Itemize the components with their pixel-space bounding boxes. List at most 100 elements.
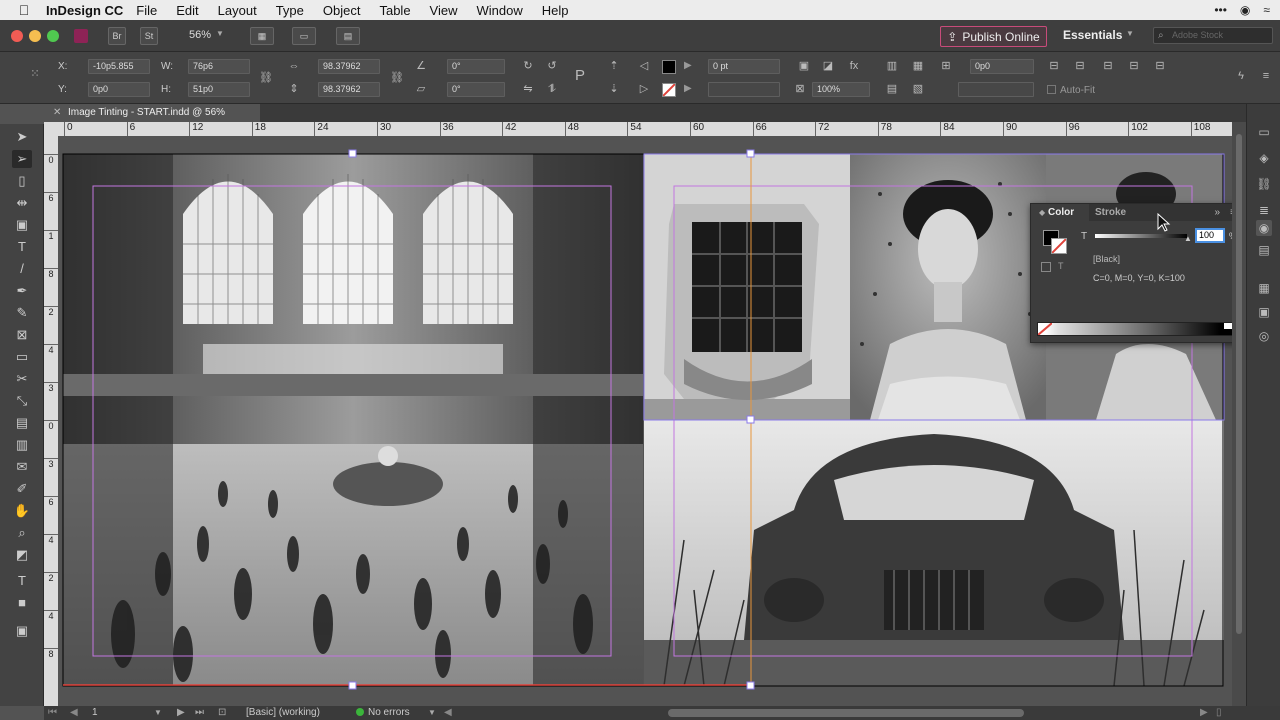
preflight-profile[interactable]: [Basic] (working)	[246, 706, 320, 720]
vertical-ruler[interactable]: 0 6 1 8 2 4 3 0 3 6 4 2 4 8	[44, 136, 58, 706]
zoom-chevron-down-icon[interactable]: ▼	[216, 29, 224, 38]
preflight-status[interactable]: No errors	[356, 706, 410, 720]
split-window-icon[interactable]: ▯	[1216, 706, 1222, 720]
vertical-scrollbar[interactable]	[1232, 122, 1246, 706]
menu-file[interactable]: File	[136, 3, 157, 18]
app-menu[interactable]: InDesign CC	[46, 3, 123, 18]
effects-icon[interactable]: ◪	[820, 58, 836, 74]
eyedropper-tool-icon[interactable]: ✐	[12, 480, 32, 498]
formatting-text-icon[interactable]: T	[1058, 261, 1064, 271]
reference-point-icon[interactable]: ⁙	[27, 66, 43, 82]
formatting-container-icon[interactable]	[1041, 262, 1051, 272]
tint-value-field[interactable]: 100	[1195, 228, 1225, 243]
stroke-proxy-swatch[interactable]	[1051, 238, 1067, 254]
menu-object[interactable]: Object	[323, 3, 361, 18]
creative-cloud-icon[interactable]: ◉	[1240, 3, 1250, 17]
rotate-ccw-icon[interactable]: ↺	[544, 58, 560, 74]
opacity-field[interactable]: 100%	[812, 82, 870, 97]
more-icon[interactable]: •••	[1214, 3, 1227, 17]
workspace-switcher[interactable]: Essentials	[1063, 28, 1122, 42]
tint-slider-thumb[interactable]: ▲	[1184, 234, 1192, 243]
note-tool-icon[interactable]: ✉	[12, 458, 32, 476]
menu-edit[interactable]: Edit	[176, 3, 198, 18]
free-transform-tool-icon[interactable]: ⤡	[12, 392, 32, 410]
minimize-window-button[interactable]	[29, 30, 41, 42]
stroke-panel-icon[interactable]: ≣	[1256, 202, 1272, 218]
fill-menu-arrow-icon[interactable]: ▶	[684, 60, 692, 71]
gradient-swatch-tool-icon[interactable]: ▤	[12, 414, 32, 432]
layers-panel-icon[interactable]: ◈	[1256, 150, 1272, 166]
menu-view[interactable]: View	[430, 3, 458, 18]
fill-swatch[interactable]	[662, 60, 676, 74]
gap-tool-icon[interactable]: ⇹	[12, 194, 32, 212]
zoom-window-button[interactable]	[47, 30, 59, 42]
align-center-icon[interactable]: ⊟	[1072, 58, 1088, 74]
stroke-swatch[interactable]	[662, 83, 676, 97]
document-tab[interactable]: ✕ Image Tinting - START.indd @ 56%	[44, 104, 260, 122]
align-right-icon[interactable]: ⊟	[1100, 58, 1116, 74]
arrange-documents-button[interactable]: ▤	[336, 27, 360, 45]
stroke-weight-field[interactable]: 0 pt	[708, 59, 780, 74]
menu-window[interactable]: Window	[477, 3, 523, 18]
pen-tool-icon[interactable]: ✒	[12, 282, 32, 300]
apply-color-icon[interactable]: ■	[12, 594, 32, 612]
x-position-field[interactable]: -10p5.855	[88, 59, 150, 74]
rotation-angle-field[interactable]: 0°	[447, 59, 505, 74]
object-style-dropdown[interactable]	[958, 82, 1034, 97]
rectangle-frame-tool-icon[interactable]: ⊠	[12, 326, 32, 344]
open-page-icon[interactable]: ⊡	[218, 706, 226, 720]
publish-online-button[interactable]: ⇪ Publish Online	[940, 26, 1047, 47]
content-collector-icon[interactable]: ▣	[12, 216, 32, 234]
type-tool-icon[interactable]: T	[12, 238, 32, 256]
height-field[interactable]: 51p0	[188, 82, 250, 97]
apple-icon[interactable]: 	[10, 2, 38, 18]
collapse-panel-icon[interactable]: »	[1214, 204, 1220, 221]
stroke-menu-arrow-icon[interactable]: ▶	[684, 83, 692, 94]
page-tool-icon[interactable]: ▯	[12, 172, 32, 190]
shear-angle-field[interactable]: 0°	[447, 82, 505, 97]
direct-selection-tool-icon[interactable]: ➢	[12, 150, 32, 168]
adobe-stock-search-input[interactable]: ⌕ Adobe Stock	[1153, 27, 1273, 44]
gradient-feather-tool-icon[interactable]: ▥	[12, 436, 32, 454]
truck-image-frame[interactable]	[644, 420, 1224, 686]
panel-expand-arrows-icon[interactable]: ◆	[1039, 204, 1045, 221]
selection-tool-icon[interactable]: ➤	[12, 128, 32, 146]
page-number-field[interactable]: 1	[92, 706, 98, 720]
view-options-button[interactable]: ▦	[250, 27, 274, 45]
formatting-affects-icon[interactable]: T	[12, 572, 32, 590]
scroll-right-icon[interactable]: ▶	[1200, 706, 1208, 720]
center-content-icon[interactable]: ▧	[910, 81, 926, 97]
fill-frame-icon[interactable]: ▤	[884, 81, 900, 97]
close-window-button[interactable]	[11, 30, 23, 42]
screen-mode-icon[interactable]: ▣	[12, 622, 32, 640]
constrain-proportions-icon[interactable]: ⛓	[258, 70, 274, 86]
rotate-cw-icon[interactable]: ↻	[520, 58, 536, 74]
fx-icon[interactable]: fx	[846, 58, 862, 74]
last-page-icon[interactable]: ⏭	[195, 706, 204, 720]
panel-menu-icon[interactable]: ≡	[1258, 68, 1274, 84]
links-panel-icon[interactable]: ⛓	[1256, 176, 1272, 192]
workspace-chevron-icon[interactable]: ▼	[1126, 29, 1134, 38]
page-dropdown-icon[interactable]: ▼	[154, 706, 162, 720]
horizontal-ruler[interactable]: 0 6 12 18 24 30 36 42 48 54 60 66 72 78 84 90 96 102 108	[44, 122, 1232, 136]
screen-mode-button[interactable]: ▭	[292, 27, 316, 45]
effects-panel-icon[interactable]: ▣	[1256, 304, 1272, 320]
scroll-left-icon[interactable]: ◀	[444, 706, 452, 720]
auto-fit-checkbox[interactable]: Auto-Fit	[1047, 85, 1095, 96]
menu-table[interactable]: Table	[379, 3, 410, 18]
preflight-menu-icon[interactable]: ▼	[428, 706, 436, 720]
select-container-icon[interactable]: ⇡	[606, 58, 622, 74]
zoom-level[interactable]: 56%	[189, 29, 211, 41]
pages-panel-icon[interactable]: ▭	[1256, 124, 1272, 140]
fill-stroke-swatches-icon[interactable]: ◩	[12, 546, 32, 564]
previous-page-icon[interactable]: ◀	[70, 706, 78, 720]
horizontal-scroll-thumb[interactable]	[668, 709, 1024, 717]
next-page-icon[interactable]: ▶	[177, 706, 185, 720]
align-bottom-icon[interactable]: ⊟	[1152, 58, 1168, 74]
portrait-image-frame[interactable]	[850, 154, 1046, 420]
zoom-tool-icon[interactable]: ⌕	[12, 524, 32, 542]
frame-reference-field[interactable]: 0p0	[970, 59, 1034, 74]
line-tool-icon[interactable]: /	[12, 260, 32, 278]
gradient-panel-icon[interactable]: ◎	[1256, 328, 1272, 344]
flip-vertical-icon[interactable]: ⥮	[544, 81, 560, 97]
